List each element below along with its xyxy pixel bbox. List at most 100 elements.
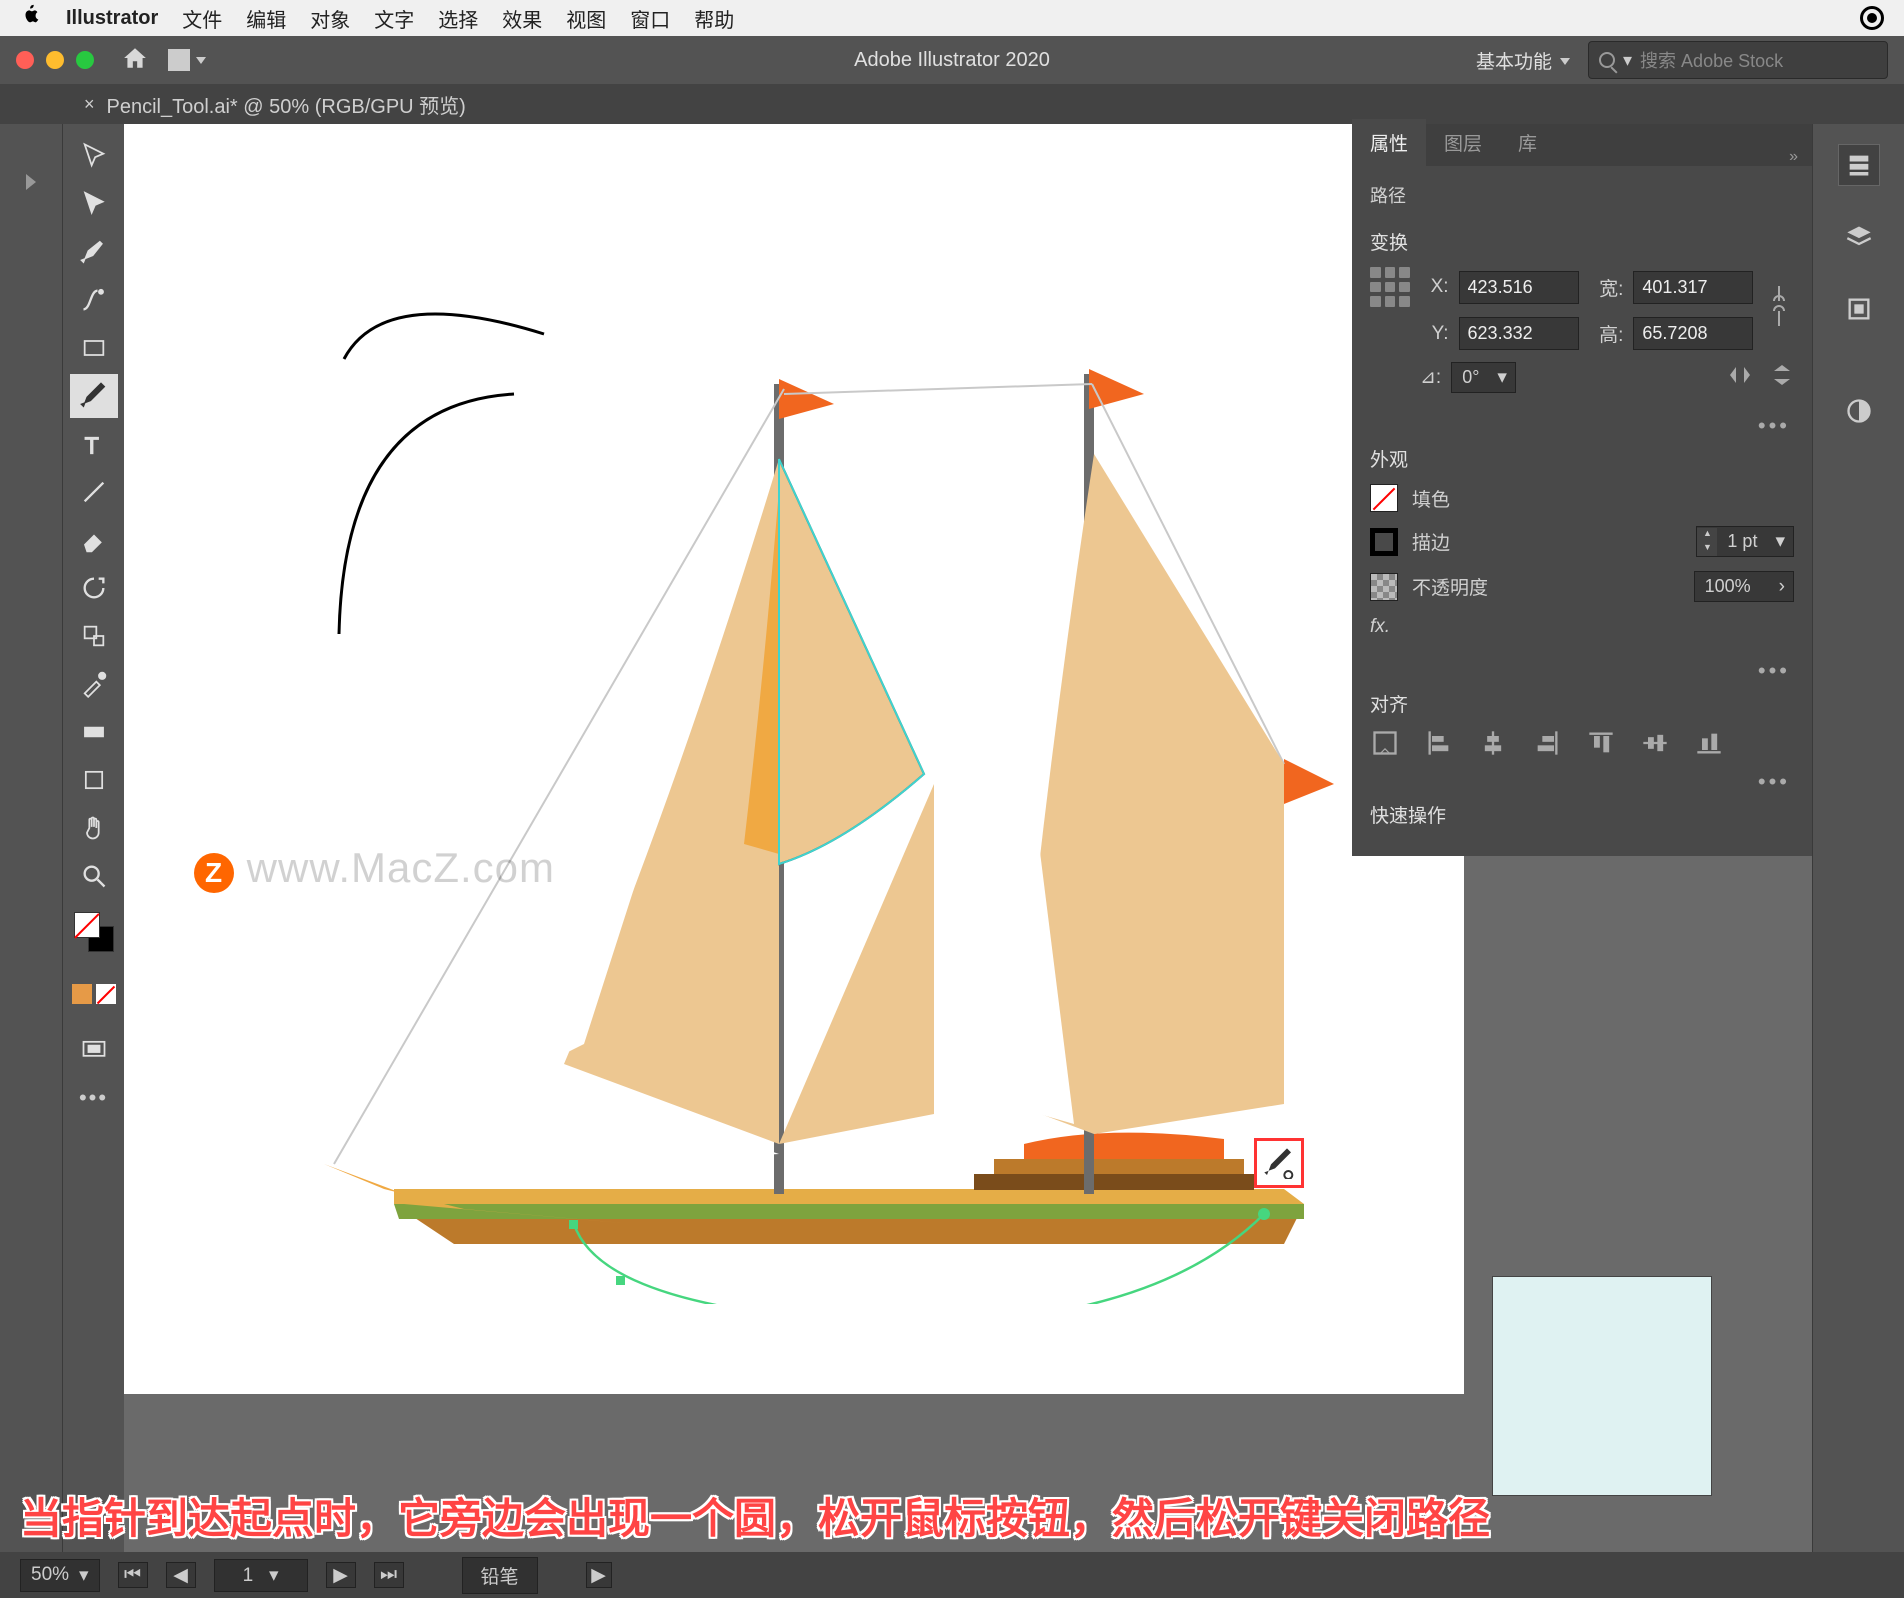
opacity-input[interactable]: 100%›: [1694, 571, 1794, 602]
line-tool[interactable]: [70, 470, 118, 514]
fx-label[interactable]: fx.: [1370, 616, 1390, 638]
properties-panel-icon[interactable]: [1838, 144, 1880, 186]
maximize-window-button[interactable]: [76, 51, 94, 69]
menu-type[interactable]: 文字: [374, 4, 414, 33]
fill-swatch[interactable]: [74, 912, 100, 938]
flip-vertical-icon[interactable]: [1770, 364, 1794, 392]
more-align-options[interactable]: •••: [1370, 763, 1794, 801]
more-appearance-options[interactable]: •••: [1370, 652, 1794, 690]
prev-artboard-button[interactable]: ◀: [166, 1562, 196, 1588]
flip-horizontal-icon[interactable]: [1728, 364, 1752, 392]
fill-color-swatch[interactable]: [1370, 484, 1398, 512]
direct-selection-tool[interactable]: [70, 182, 118, 226]
collapse-panel-icon[interactable]: »: [1775, 148, 1812, 166]
constrain-proportions-icon[interactable]: [1769, 281, 1794, 337]
color-mode-solid[interactable]: [72, 984, 92, 1004]
document-tab[interactable]: × Pencil_Tool.ai* @ 50% (RGB/GPU 预览): [68, 84, 482, 124]
align-left-icon[interactable]: [1424, 729, 1454, 763]
edit-toolbar-button[interactable]: •••: [70, 1076, 118, 1120]
align-top-icon[interactable]: [1586, 729, 1616, 763]
eraser-tool[interactable]: [70, 518, 118, 562]
pencil-tool[interactable]: [70, 374, 118, 418]
opacity-swatch-icon[interactable]: [1370, 573, 1398, 601]
rotate-input[interactable]: 0°▾: [1451, 362, 1516, 393]
align-bottom-icon[interactable]: [1694, 729, 1724, 763]
pencil-cursor-close-indicator: [1254, 1138, 1304, 1188]
align-to-artboard-icon[interactable]: [1370, 729, 1400, 763]
reference-point-widget[interactable]: [1370, 267, 1410, 307]
screen-mode-button[interactable]: [70, 1028, 118, 1072]
artboard-tool[interactable]: [70, 758, 118, 802]
align-right-icon[interactable]: [1532, 729, 1562, 763]
align-center-h-icon[interactable]: [1478, 729, 1508, 763]
curvature-tool[interactable]: [70, 278, 118, 322]
menubar-app-name[interactable]: Illustrator: [66, 7, 158, 30]
color-mode-switches: [72, 984, 116, 1004]
menu-view[interactable]: 视图: [566, 4, 606, 33]
zoom-tool[interactable]: [70, 854, 118, 898]
close-window-button[interactable]: [16, 51, 34, 69]
height-input[interactable]: [1633, 317, 1753, 350]
menu-window[interactable]: 窗口: [630, 4, 670, 33]
libraries-panel-icon[interactable]: [1838, 288, 1880, 330]
width-label: 宽:: [1594, 274, 1624, 301]
fill-label: 填色: [1412, 485, 1450, 512]
tab-libraries[interactable]: 库: [1500, 119, 1555, 166]
stock-search-input[interactable]: ▾ 搜索 Adobe Stock: [1588, 41, 1888, 79]
last-artboard-button[interactable]: ⏭: [374, 1562, 404, 1588]
hand-tool[interactable]: [70, 806, 118, 850]
scale-tool[interactable]: [70, 614, 118, 658]
menu-help[interactable]: 帮助: [694, 4, 734, 33]
fill-stroke-swatch[interactable]: [74, 912, 114, 952]
minimize-window-button[interactable]: [46, 51, 64, 69]
eyedropper-tool[interactable]: [70, 662, 118, 706]
menu-file[interactable]: 文件: [182, 4, 222, 33]
selection-tool[interactable]: [70, 134, 118, 178]
cc-libraries-icon[interactable]: [1838, 390, 1880, 432]
x-input[interactable]: [1459, 271, 1579, 304]
pen-tool[interactable]: [70, 230, 118, 274]
menu-effect[interactable]: 效果: [502, 4, 542, 33]
align-center-v-icon[interactable]: [1640, 729, 1670, 763]
opacity-label: 不透明度: [1412, 573, 1488, 600]
first-artboard-button[interactable]: ⏮: [118, 1562, 148, 1588]
next-artboard-button[interactable]: ▶: [326, 1562, 356, 1588]
appearance-section-title: 外观: [1370, 445, 1794, 472]
layers-panel-icon[interactable]: [1838, 216, 1880, 258]
menu-object[interactable]: 对象: [310, 4, 350, 33]
window-controls: [16, 51, 94, 69]
mac-menubar: Illustrator 文件 编辑 对象 文字 选择 效果 视图 窗口 帮助: [0, 0, 1904, 36]
tab-properties[interactable]: 属性: [1352, 119, 1426, 166]
navigator-thumbnail[interactable]: [1492, 1276, 1712, 1496]
workspace-switcher[interactable]: 基本功能: [1476, 47, 1570, 74]
close-tab-icon[interactable]: ×: [84, 94, 95, 115]
artboard-number-input[interactable]: 1 ▾: [214, 1559, 308, 1592]
home-button[interactable]: [122, 45, 148, 76]
stroke-color-swatch[interactable]: [1370, 528, 1398, 556]
properties-panel: 属性 图层 库 » 路径 变换 X: 宽: Y: 高: ⊿: 0: [1352, 124, 1812, 856]
arrange-documents-button[interactable]: [168, 49, 206, 71]
tab-layers[interactable]: 图层: [1426, 119, 1500, 166]
align-section-title: 对齐: [1370, 690, 1794, 717]
status-info-select[interactable]: 铅笔: [462, 1557, 538, 1594]
document-tab-label: Pencil_Tool.ai* @ 50% (RGB/GPU 预览): [107, 90, 466, 119]
record-icon[interactable]: [1860, 6, 1884, 30]
menu-edit[interactable]: 编辑: [246, 4, 286, 33]
stroke-weight-input[interactable]: ▲▼ 1 pt▾: [1696, 526, 1794, 557]
transform-section-title: 变换: [1370, 228, 1794, 255]
color-mode-none[interactable]: [96, 984, 116, 1004]
y-input[interactable]: [1459, 317, 1579, 350]
type-tool[interactable]: T: [70, 422, 118, 466]
width-input[interactable]: [1633, 271, 1753, 304]
expand-panel-icon[interactable]: [26, 174, 36, 190]
artboard[interactable]: Z www.MacZ.com: [124, 124, 1464, 1394]
chevron-down-icon: [1560, 49, 1570, 71]
rectangle-tool[interactable]: [70, 326, 118, 370]
gradient-tool[interactable]: [70, 710, 118, 754]
more-transform-options[interactable]: •••: [1370, 407, 1794, 445]
svg-text:T: T: [84, 432, 98, 458]
rotate-tool[interactable]: [70, 566, 118, 610]
zoom-select[interactable]: 50%▾: [20, 1559, 100, 1592]
status-play-button[interactable]: ▶: [586, 1562, 612, 1588]
menu-select[interactable]: 选择: [438, 4, 478, 33]
